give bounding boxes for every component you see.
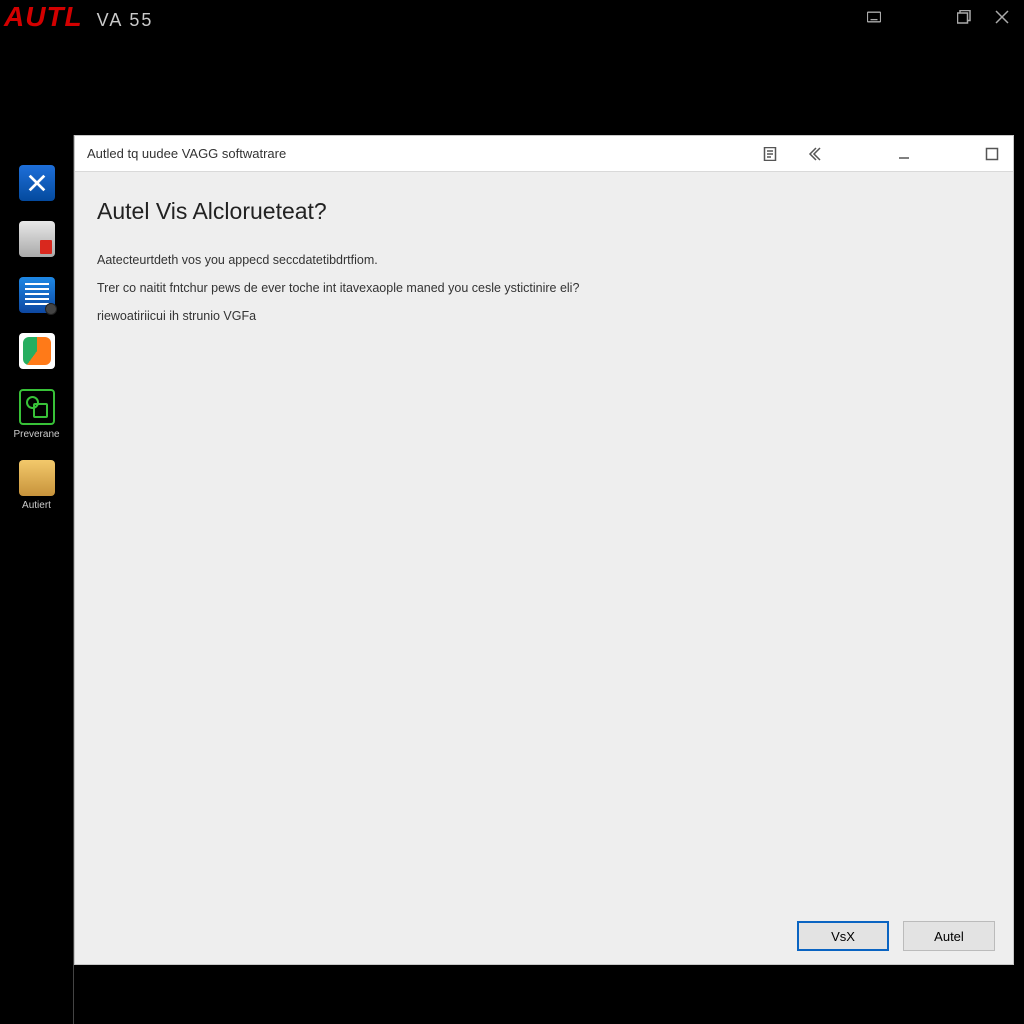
secondary-button[interactable]: Autel (903, 921, 995, 951)
rail-label-autiert: Autiert (22, 500, 51, 511)
dialog-footer: VsX Autel (75, 908, 1013, 964)
brand: AUTL VA 55 (0, 3, 153, 31)
rail-label-preview: Preverane (13, 429, 59, 440)
dialog-window: Autled tq uudee VAGG softwatrare Autel V… (74, 135, 1014, 965)
app-topbar: AUTL VA 55 (0, 0, 1024, 34)
brand-sub: VA 55 (97, 11, 154, 29)
close-icon[interactable] (994, 9, 1010, 25)
grey-doc-icon (19, 221, 55, 257)
notes-icon (19, 277, 55, 313)
blue-x-icon (19, 165, 55, 201)
dialog-back-icon[interactable] (805, 145, 823, 163)
rail-item-notes[interactable] (15, 277, 59, 313)
keyboard-icon[interactable] (866, 9, 882, 25)
green-preview-icon (19, 389, 55, 425)
restore-icon[interactable] (956, 9, 972, 25)
dialog-line-1: Aatecteurtdeth vos you appecd seccdateti… (97, 251, 991, 269)
dialog-line-3: riewoatiriicui ih strunio VGFa (97, 307, 991, 325)
side-rail: Preverane Autiert (0, 135, 74, 1024)
primary-button[interactable]: VsX (797, 921, 889, 951)
dialog-minimize-icon[interactable] (895, 145, 913, 163)
rail-item-autiert[interactable]: Autiert (15, 460, 59, 511)
rail-item-palette[interactable] (15, 333, 59, 369)
dialog-titlebar: Autled tq uudee VAGG softwatrare (75, 136, 1013, 172)
window-controls (866, 9, 1024, 25)
rail-item-vx[interactable] (15, 165, 59, 201)
dialog-heading: Autel Vis Alclorueteat? (97, 198, 991, 225)
orange-swirl-icon (19, 333, 55, 369)
rail-item-doc[interactable] (15, 221, 59, 257)
bag-icon (19, 460, 55, 496)
brand-logo: AUTL (4, 3, 83, 31)
dialog-title-text: Autled tq uudee VAGG softwatrare (87, 146, 286, 161)
rail-item-preview[interactable]: Preverane (15, 389, 59, 440)
dialog-maximize-icon[interactable] (983, 145, 1001, 163)
dialog-line-2: Trer co naitit fntchur pews de ever toch… (97, 279, 991, 297)
dialog-doc-icon[interactable] (761, 145, 779, 163)
dialog-body: Autel Vis Alclorueteat? Aatecteurtdeth v… (75, 172, 1013, 908)
